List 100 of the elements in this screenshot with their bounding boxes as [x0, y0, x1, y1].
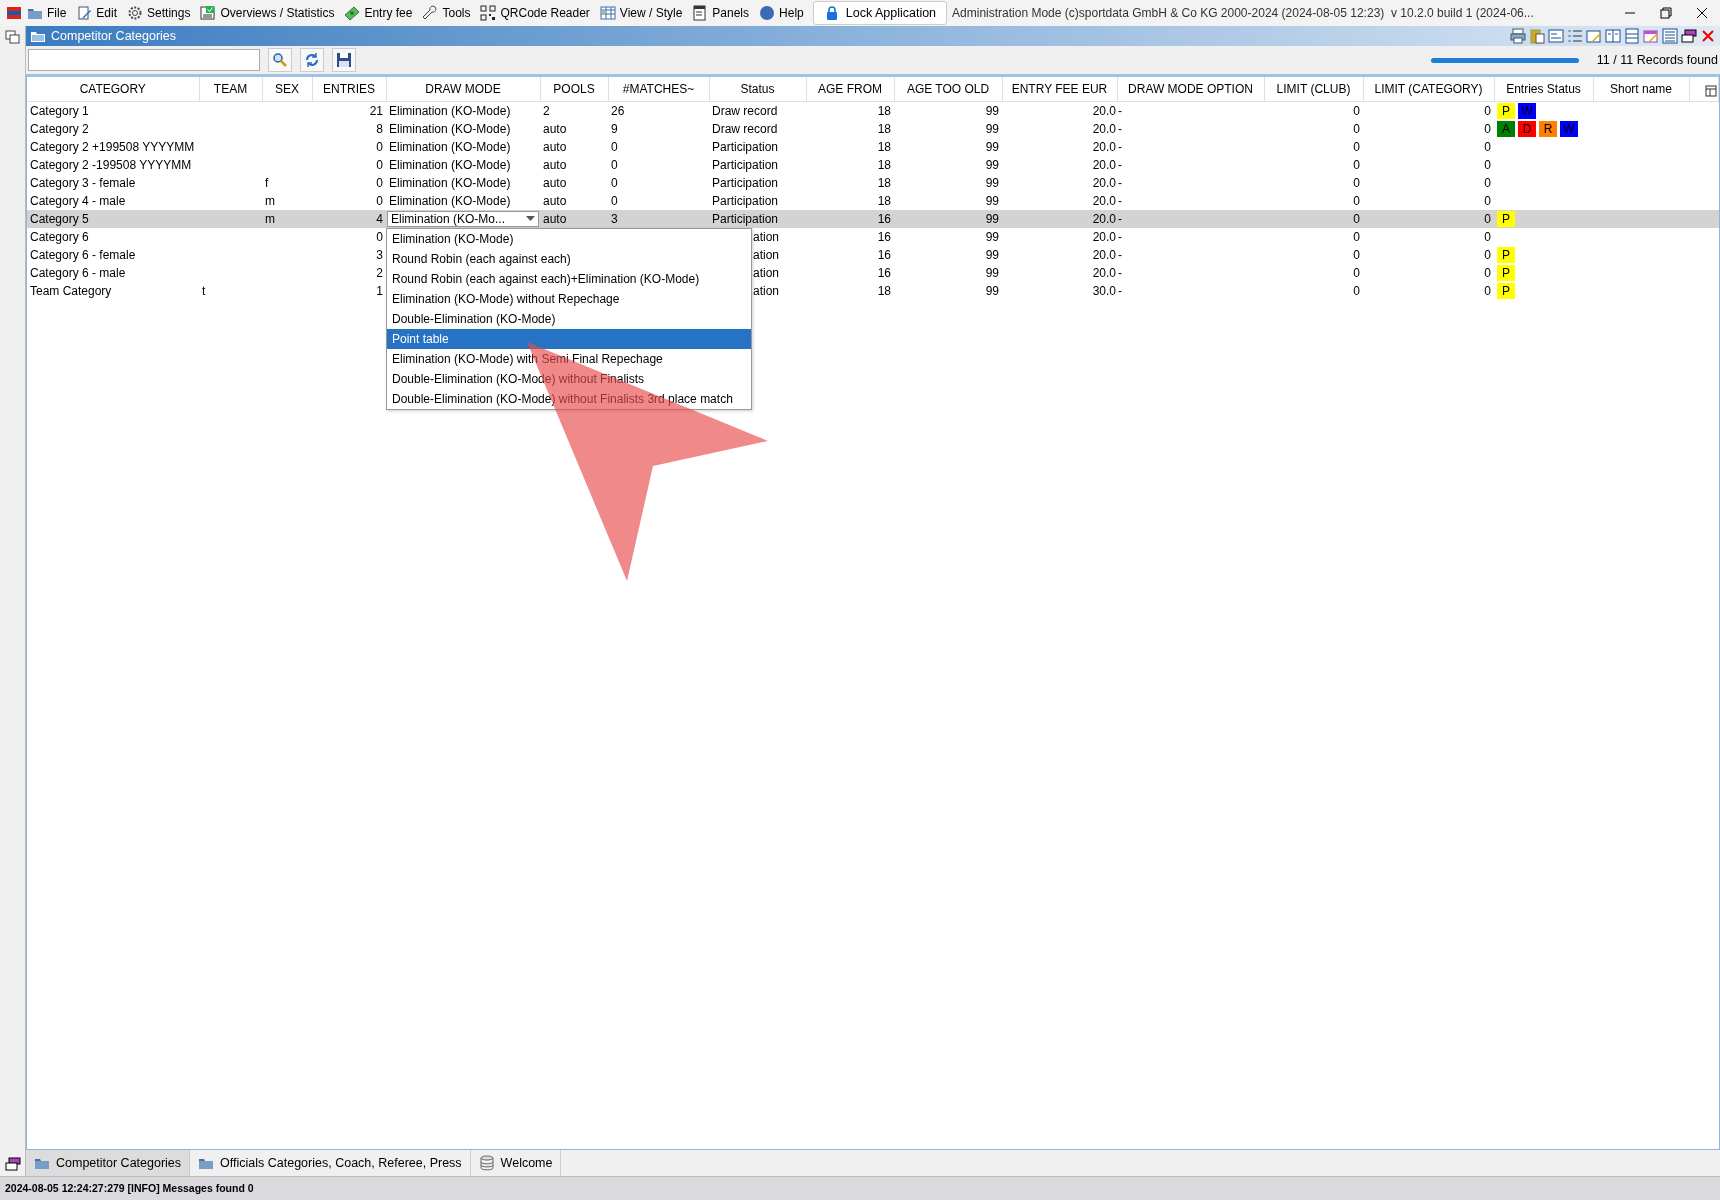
dropdown-option[interactable]: Double-Elimination (KO-Mode) without Finalists 3rd place match: [387, 388, 751, 409]
dropdown-option[interactable]: Double-Elimination (KO-Mode) without Finalists: [387, 368, 751, 389]
save-button[interactable]: [332, 48, 356, 72]
column-header[interactable]: Short name: [1593, 77, 1689, 101]
table-cell: Elimination (KO-Mode): [386, 101, 540, 120]
table-cell-text: 0: [375, 174, 384, 192]
rows-icon[interactable]: [1624, 28, 1640, 44]
table-grid-icon: [599, 5, 616, 21]
dropdown-option[interactable]: Double-Elimination (KO-Mode): [387, 308, 751, 329]
menu-item[interactable]: Entry fee: [339, 4, 418, 22]
restore-icon[interactable]: [1658, 5, 1674, 21]
table-cell-text: 0: [1483, 156, 1492, 174]
dropdown-option[interactable]: Point table: [387, 328, 751, 349]
table-cell: 99: [894, 101, 1002, 120]
table-cell: Category 6: [27, 227, 199, 246]
column-header[interactable]: DRAW MODE OPTION: [1117, 77, 1264, 101]
column-header[interactable]: POOLS: [540, 77, 608, 101]
refresh-icon: [304, 52, 320, 68]
table-cell-text: 0: [375, 156, 384, 174]
table-cell: 20.0: [1002, 191, 1117, 210]
menu-item[interactable]: Tools: [417, 4, 476, 22]
table-cell-text: Category 3 - female: [29, 174, 137, 192]
table-cell: 0: [1264, 209, 1363, 228]
menu-item[interactable]: File: [22, 4, 72, 22]
table-cell: m: [262, 209, 312, 228]
table-cell-text: ation: [752, 264, 781, 282]
menu-item[interactable]: View / Style: [594, 4, 688, 22]
menu-item[interactable]: Help: [754, 4, 809, 22]
table-cell-text: 20.0: [1091, 264, 1117, 282]
table-cell-text: 0: [1352, 120, 1361, 138]
close-icon[interactable]: [1694, 5, 1710, 21]
table-cell: 0: [1363, 191, 1494, 210]
table-cell: 0: [312, 227, 386, 246]
menu-item[interactable]: Panels: [687, 4, 755, 22]
panels-icon[interactable]: [1681, 28, 1697, 44]
table-cell-text: 99: [984, 246, 1000, 264]
menu-item[interactable]: Settings: [122, 4, 196, 22]
table-cell: 21: [312, 101, 386, 120]
clipboard-icon[interactable]: [1529, 28, 1545, 44]
dropdown-option[interactable]: Round Robin (each against each): [387, 248, 751, 269]
table-cell-text: 0: [1352, 138, 1361, 156]
edit-window-icon[interactable]: [1643, 28, 1659, 44]
table-cell-text: Category 2 -199508 YYYYMM: [29, 156, 193, 174]
dropdown-option[interactable]: Elimination (KO-Mode) with Semi Final Repechage: [387, 348, 751, 369]
column-header[interactable]: #MATCHES~: [608, 77, 709, 101]
numbered-list-icon[interactable]: [1567, 28, 1583, 44]
table-cell-text: -: [1117, 156, 1123, 174]
table-cell-text: 18: [876, 282, 892, 300]
column-header[interactable]: Entries Status: [1494, 77, 1593, 101]
table-cell-text: Category 2 +199508 YYYYMM: [29, 138, 196, 156]
column-header[interactable]: LIMIT (CLUB): [1264, 77, 1363, 101]
menu-item[interactable]: QRCode Reader: [475, 4, 595, 22]
windows-stack-icon[interactable]: [4, 30, 21, 46]
table-cell-text: 0: [610, 138, 619, 156]
column-header[interactable]: AGE TOO OLD: [894, 77, 1002, 101]
refresh-button[interactable]: [300, 48, 324, 72]
table-cell-text: 18: [876, 138, 892, 156]
table-cell: 0: [1363, 101, 1494, 120]
table-cell-text: 0: [1483, 120, 1492, 138]
printer-icon[interactable]: [1510, 28, 1526, 44]
table-cell: Category 1: [27, 101, 199, 120]
table-cell: Elimination (KO-Mode): [386, 191, 540, 210]
column-header[interactable]: LIMIT (CATEGORY): [1363, 77, 1494, 101]
draw-mode-dropdown[interactable]: Elimination (KO-Mo...: [387, 210, 539, 227]
lock-application-button[interactable]: Lock Application: [812, 0, 948, 26]
table-cell-text: -: [1117, 282, 1123, 300]
column-header[interactable]: Status: [709, 77, 806, 101]
table-cell-text: -: [1117, 264, 1123, 282]
menu-item[interactable]: Overviews / Statistics: [195, 4, 340, 22]
search-field[interactable]: [28, 49, 260, 71]
panels-icon[interactable]: [4, 1156, 21, 1172]
table-cell-text: Participation: [711, 138, 780, 156]
column-header[interactable]: DRAW MODE: [386, 77, 540, 101]
dropdown-option[interactable]: Round Robin (each against each)+Elimination (KO-Mode): [387, 268, 751, 289]
column-header[interactable]: CATEGORY: [27, 77, 199, 101]
column-header[interactable]: TEAM: [199, 77, 262, 101]
column-header[interactable]: SEX: [262, 77, 312, 101]
column-header[interactable]: ENTRY FEE EUR: [1002, 77, 1117, 101]
table-cell: 20.0: [1002, 101, 1117, 120]
dropdown-option[interactable]: Elimination (KO-Mode) without Repechage: [387, 288, 751, 309]
column-header[interactable]: ENTRIES: [312, 77, 386, 101]
menu-item[interactable]: Edit: [71, 4, 123, 22]
table-cell-text: 0: [1483, 282, 1492, 300]
status-bar: 2024-08-05 12:24:27:279 [INFO] Messages found 0: [0, 1176, 1720, 1200]
search-button[interactable]: [268, 48, 292, 72]
table-cell-text: 20.0: [1091, 120, 1117, 138]
table-cell-text: Category 6 - female: [29, 246, 137, 264]
table-cell-text: 18: [876, 174, 892, 192]
column-chooser-icon[interactable]: [1705, 84, 1717, 97]
table-cell-text: 99: [984, 120, 1000, 138]
column-header[interactable]: AGE FROM: [806, 77, 894, 101]
form-icon[interactable]: [1548, 28, 1564, 44]
columns-icon[interactable]: [1605, 28, 1621, 44]
table-cell-text: 99: [984, 264, 1000, 282]
edit-form-icon[interactable]: [1586, 28, 1602, 44]
table-cell-text: 0: [375, 138, 384, 156]
table-cell-text: 20.0: [1091, 138, 1117, 156]
status-tag: P: [1497, 282, 1515, 299]
table-cell-text: 0: [610, 174, 619, 192]
tab[interactable]: Competitor Categories: [26, 1150, 191, 1176]
